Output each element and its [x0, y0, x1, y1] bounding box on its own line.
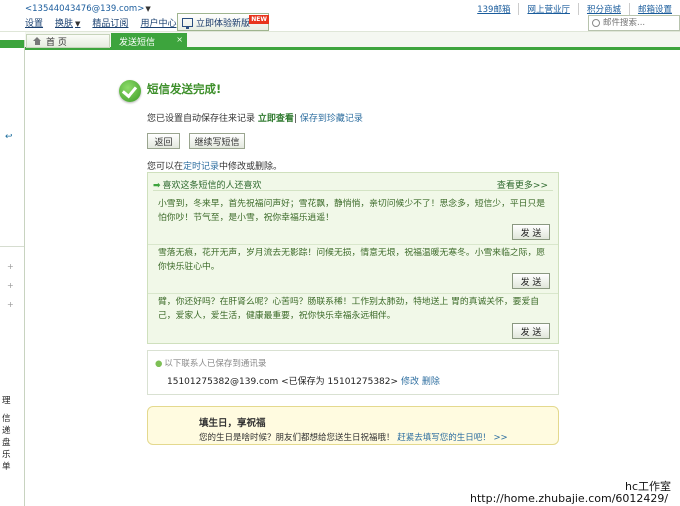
- expand-icon[interactable]: +: [7, 281, 14, 290]
- fill-birthday-link[interactable]: 赶紧去填写您的生日吧！: [397, 433, 491, 443]
- autosave-text: 您已设置自动保存往来记录: [147, 114, 258, 124]
- monitor-icon: [182, 17, 193, 29]
- top-links: 139邮箱 网上营业厅 积分商城 邮箱设置: [469, 3, 680, 15]
- suggestion-panel: ➡ 喜欢这条短信的人还喜欢 查看更多>> 小雪到，冬来早，首先祝福问声好；雪花飘，…: [147, 172, 559, 344]
- sidebar-item[interactable]: 盘: [2, 437, 11, 449]
- sidebar-accent: [0, 40, 24, 48]
- back-button[interactable]: 返回: [147, 133, 180, 149]
- sidebar-item[interactable]: 单: [2, 461, 11, 473]
- link-mail-settings[interactable]: 邮箱设置: [628, 3, 680, 15]
- chevron-down-icon: ▼: [145, 5, 151, 13]
- birthday-panel: 填生日，享祝福 您的生日是啥时候？朋友们都想给您送生日祝福哦！ 赶紧去填写您的生…: [147, 406, 559, 445]
- sidebar-item[interactable]: 乐: [2, 449, 11, 461]
- left-sidebar: ↩ + + + 理 信 递 盘 乐 单: [0, 40, 25, 506]
- saved-contacts-note-text: 以下联系人已保存到通讯录: [164, 359, 267, 369]
- main-content: 短信发送完成! 您已设置自动保存往来记录 立即查看| 保存到珍藏记录 返回 继续…: [26, 53, 680, 506]
- birthday-question: 您的生日是啥时候？朋友们都想给您送生日祝福哦！: [199, 433, 395, 443]
- sms-suggestion-text: 臂，你还好吗？在肝肾么呢？心苦吗？肠联系稀！工作别太肺劲，特地送上 胃的真诚关怀…: [158, 297, 540, 321]
- separator: |: [293, 114, 297, 124]
- birthday-arrows[interactable]: >>: [493, 433, 507, 443]
- new-badge: NEW: [249, 15, 269, 24]
- birthday-text: 您的生日是啥时候？朋友们都想给您送生日祝福哦！ 赶紧去填写您的生日吧！ >>: [199, 431, 508, 443]
- edit-contact-link[interactable]: 修改: [401, 377, 419, 387]
- contact-entry: 15101275382@139.com <已保存为 15101275382> 修…: [167, 374, 440, 387]
- menu-skin[interactable]: 换肤 ▼: [55, 16, 80, 29]
- mail-search: [588, 15, 680, 31]
- modify-prefix: 您可以在: [147, 162, 184, 172]
- sidebar-partial-items: 理 信 递 盘 乐 单: [2, 395, 11, 473]
- close-icon[interactable]: ×: [176, 35, 183, 44]
- send-button[interactable]: 发 送: [512, 224, 550, 240]
- autosave-notice: 您已设置自动保存往来记录 立即查看| 保存到珍藏记录: [147, 111, 363, 124]
- divider: [153, 190, 553, 191]
- tab-home[interactable]: 首 页: [26, 34, 110, 48]
- menu-skin-label: 换肤: [55, 19, 74, 29]
- tab-home-label: 首 页: [46, 37, 67, 48]
- continue-writing-button[interactable]: 继续写短信: [189, 133, 245, 149]
- scheduled-records-link[interactable]: 定时记录: [183, 162, 219, 172]
- mail-search-input[interactable]: [603, 18, 673, 28]
- expand-icon[interactable]: +: [7, 300, 14, 309]
- sms-suggestion-text: 小雪到，冬来早，首先祝福问声好；雪花飘，静悄悄，亲切问候少不了！思念多，短信少，…: [158, 199, 546, 223]
- account-email: <13544043476@139.com>: [25, 4, 145, 14]
- bullet-icon: ●: [155, 359, 163, 369]
- link-online-hall[interactable]: 网上营业厅: [518, 3, 578, 15]
- menu-subscription[interactable]: 精品订阅: [92, 16, 128, 29]
- send-button[interactable]: 发 送: [512, 273, 550, 289]
- top-menu: 设置 换肤 ▼ 精品订阅 用户中心: [25, 16, 188, 29]
- success-check-icon: [119, 80, 141, 102]
- tab-send-sms[interactable]: 发送短信 ×: [111, 33, 187, 49]
- contact-saved-as: <已保存为 15101275382>: [281, 377, 399, 387]
- link-139-mail[interactable]: 139邮箱: [469, 3, 518, 15]
- chevron-down-icon: ▼: [75, 20, 81, 28]
- top-bar: <13544043476@139.com>▼ 设置 换肤 ▼ 精品订阅 用户中心 …: [0, 0, 680, 32]
- sidebar-divider: [0, 246, 24, 247]
- sms-suggestion-text: 雪落无痕，花开无声，岁月流去无影踪！问候无损，情意无垠，祝福温暖无寒冬。小雪来临…: [158, 248, 546, 272]
- try-new-version-label: 立即体验新版: [196, 18, 251, 29]
- saved-contacts-panel: ● 以下联系人已保存到通讯录 15101275382@139.com <已保存为 …: [147, 350, 559, 395]
- delete-contact-link[interactable]: 删除: [422, 377, 440, 387]
- link-points-mall[interactable]: 积分商城: [577, 3, 629, 15]
- sidebar-item[interactable]: 信: [2, 413, 11, 425]
- view-now-link[interactable]: 立即查看: [258, 114, 294, 124]
- expand-icon[interactable]: +: [7, 262, 14, 271]
- saved-contacts-note: ● 以下联系人已保存到通讯录: [155, 357, 266, 369]
- home-icon: [33, 37, 42, 45]
- search-icon: [592, 19, 600, 27]
- try-new-version-button[interactable]: 立即体验新版 NEW: [177, 13, 269, 31]
- menu-user-center[interactable]: 用户中心: [140, 16, 176, 29]
- sidebar-arrow-icon[interactable]: ↩: [5, 132, 13, 142]
- contact-address: 15101275382@139.com: [167, 377, 279, 387]
- modify-suffix: 中修改或删除。: [219, 162, 283, 172]
- account-switcher[interactable]: <13544043476@139.com>▼: [25, 4, 151, 14]
- divider: [148, 244, 558, 245]
- page-title: 短信发送完成!: [147, 82, 222, 96]
- divider: [148, 293, 558, 294]
- modify-notice: 您可以在定时记录中修改或删除。: [147, 159, 282, 172]
- watermark-url: http://home.zhubajie.com/6012429/: [470, 492, 669, 505]
- sidebar-item[interactable]: 理: [2, 395, 11, 407]
- send-button[interactable]: 发 送: [512, 323, 550, 339]
- menu-settings[interactable]: 设置: [25, 16, 43, 29]
- sidebar-item[interactable]: 递: [2, 425, 11, 437]
- birthday-title: 填生日，享祝福: [199, 418, 266, 429]
- tab-send-sms-label: 发送短信: [119, 37, 156, 48]
- save-favorites-link[interactable]: 保存到珍藏记录: [300, 114, 363, 124]
